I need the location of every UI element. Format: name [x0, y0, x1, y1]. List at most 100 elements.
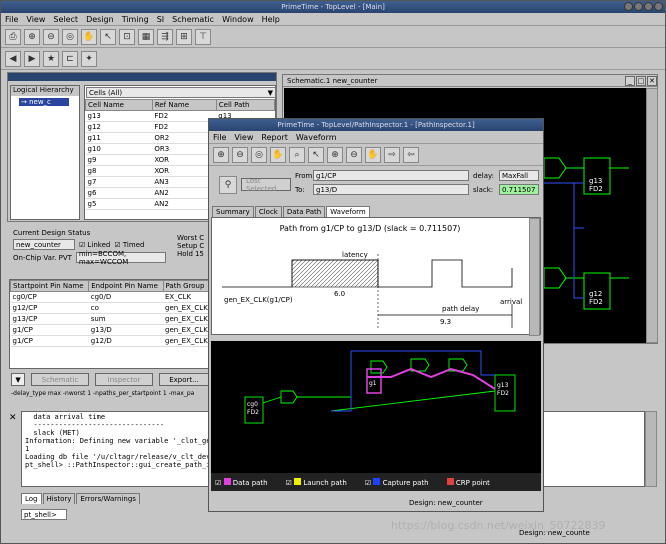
minimize-icon[interactable] [624, 2, 633, 11]
legend-capture-path[interactable]: ☑ Capture path [365, 477, 429, 487]
schematic-scrollbar[interactable] [646, 88, 658, 343]
back-path-icon[interactable]: ⇦ [403, 146, 419, 163]
back-icon[interactable]: ◀ [5, 50, 21, 67]
path-row[interactable]: g13/CP sum gen_EX_CLK [10, 313, 212, 325]
restore-icon[interactable] [644, 2, 653, 11]
waveform-scrollbar[interactable] [529, 218, 540, 336]
path-icon[interactable]: ⇶ [157, 28, 173, 45]
tab-data-path[interactable]: Data Path [282, 206, 326, 217]
lost-selected-button[interactable]: Lost Selected [241, 177, 291, 193]
col-ref-name[interactable]: Ref Name [151, 99, 217, 111]
pan-icon[interactable]: ✋ [270, 146, 286, 163]
cells-cell: g13 [85, 110, 153, 122]
cells-filter-select[interactable]: Cells (All) ▼ [86, 87, 276, 98]
col-cell-path[interactable]: Cell Path [215, 99, 276, 111]
footprint-icon[interactable]: ⚲ [219, 176, 237, 194]
menu-file[interactable]: File [5, 15, 18, 24]
path-cell: g12/CP [10, 302, 89, 314]
schem-minimize-icon[interactable]: _ [625, 75, 635, 86]
histogram-icon[interactable]: ▦ [138, 28, 154, 45]
path-cell: cg0/D [88, 291, 163, 303]
legend-capture-label: Capture path [382, 478, 429, 487]
path-row[interactable]: cg0/CP cg0/D EX_CLK [10, 291, 212, 303]
tab-waveform[interactable]: Waveform [326, 206, 370, 217]
schematic-button[interactable]: Schematic [31, 373, 89, 386]
highlight-icon[interactable]: ★ [43, 50, 59, 67]
forward-icon[interactable]: ▶ [24, 50, 40, 67]
inspector-button[interactable]: Inspector [95, 373, 153, 386]
maximize-icon[interactable] [634, 2, 643, 11]
legend-data-label: Data path [232, 478, 268, 487]
tree-icon[interactable]: ⊤ [195, 28, 211, 45]
tree-root-item[interactable]: → new_c [19, 98, 69, 106]
paths-buttons: ▼ Schematic Inspector Export... [11, 373, 209, 386]
zoom-in-icon[interactable]: ⊕ [24, 28, 40, 45]
fwd-path-icon[interactable]: ⇨ [384, 146, 400, 163]
ocv-label: On-Chip Var. PVT [13, 253, 72, 262]
mark-icon[interactable]: ✦ [81, 50, 97, 67]
menu-select[interactable]: Select [53, 15, 78, 24]
tab-clock[interactable]: Clock [254, 206, 282, 217]
tab-log[interactable]: Log [21, 493, 42, 504]
tab-summary[interactable]: Summary [212, 206, 254, 217]
shell-prompt[interactable]: pt_shell> [21, 509, 67, 520]
menu-timing[interactable]: Timing [122, 15, 149, 24]
col-cell-name[interactable]: Cell Name [85, 99, 153, 111]
zoom-out-2-icon[interactable]: ⊖ [346, 146, 362, 163]
cells-cell: XOR [152, 165, 217, 177]
zoom-out-icon[interactable]: ⊖ [43, 28, 59, 45]
insp-cell-g13-ref: FD2 [497, 390, 509, 397]
hand-icon[interactable]: ✋ [365, 146, 381, 163]
legend-data-path[interactable]: ☑ Data path [215, 477, 268, 487]
console-scrollbar[interactable] [645, 411, 657, 487]
path-cell: gen_EX_CLK [163, 313, 212, 325]
schem-close-icon[interactable]: ✕ [647, 75, 657, 86]
inspector-menu-report[interactable]: Report [261, 133, 288, 142]
menu-view[interactable]: View [26, 15, 45, 24]
tab-errors[interactable]: Errors/Warnings [76, 493, 140, 504]
zoom-box-icon[interactable]: ⊡ [119, 28, 135, 45]
zoom-fit-icon[interactable]: ◎ [251, 146, 267, 163]
legend-crp-point[interactable]: CRP point [446, 477, 490, 487]
console-tabs: Log History Errors/Warnings [21, 493, 140, 504]
console-close-icon[interactable]: ✕ [9, 413, 17, 423]
inspector-menu-view[interactable]: View [234, 133, 253, 142]
path-row[interactable]: g12/CP co gen_EX_CLK [10, 302, 212, 314]
pan-icon[interactable]: ✋ [81, 28, 97, 45]
path-row[interactable]: g1/CP g12/D gen_EX_CLK [10, 335, 212, 347]
legend-launch-path[interactable]: ☑ Launch path [286, 477, 347, 487]
cells-cell: g9 [85, 154, 153, 166]
schematic-icon[interactable]: ⊞ [176, 28, 192, 45]
close-icon[interactable] [654, 2, 663, 11]
path-cell: g13/CP [10, 313, 89, 325]
print-icon[interactable]: ⎙ [5, 28, 21, 45]
inspector-menu-waveform[interactable]: Waveform [296, 133, 337, 142]
path-cell: g12/D [88, 335, 163, 347]
export-button[interactable]: Export... [159, 373, 209, 386]
menu-window[interactable]: Window [222, 15, 254, 24]
menu-help[interactable]: Help [262, 15, 280, 24]
col-path-group[interactable]: Path Group [162, 280, 212, 292]
zoom-in-2-icon[interactable]: ⊕ [327, 146, 343, 163]
search-icon[interactable]: ⌕ [289, 146, 305, 163]
select-arrow-icon[interactable]: ↖ [308, 146, 324, 163]
path-row[interactable]: g1/CP g13/D gen_EX_CLK [10, 324, 212, 336]
paths-header-row: Startpoint Pin Name Endpoint Pin Name Pa… [9, 280, 212, 292]
zoom-out-icon[interactable]: ⊖ [232, 146, 248, 163]
menu-schematic[interactable]: Schematic [172, 15, 214, 24]
schem-maximize-icon[interactable]: □ [636, 75, 646, 86]
zoom-fit-icon[interactable]: ◎ [62, 28, 78, 45]
menu-si[interactable]: SI [157, 15, 164, 24]
cells-cell: g11 [85, 132, 153, 144]
hier-icon[interactable]: ⊏ [62, 50, 78, 67]
col-startpoint[interactable]: Startpoint Pin Name [9, 280, 90, 292]
select-arrow-icon[interactable]: ↖ [100, 28, 116, 45]
inspector-schematic[interactable]: cg0 FD2 g13 FD2 g1 [211, 341, 541, 473]
worst-panel: Worst C Setup C Hold 15 [177, 234, 211, 270]
menu-design[interactable]: Design [86, 15, 114, 24]
inspector-menu-file[interactable]: File [213, 133, 226, 142]
expand-down-icon[interactable]: ▼ [11, 373, 25, 386]
zoom-in-icon[interactable]: ⊕ [213, 146, 229, 163]
col-endpoint[interactable]: Endpoint Pin Name [88, 280, 164, 292]
tab-history[interactable]: History [42, 493, 76, 504]
